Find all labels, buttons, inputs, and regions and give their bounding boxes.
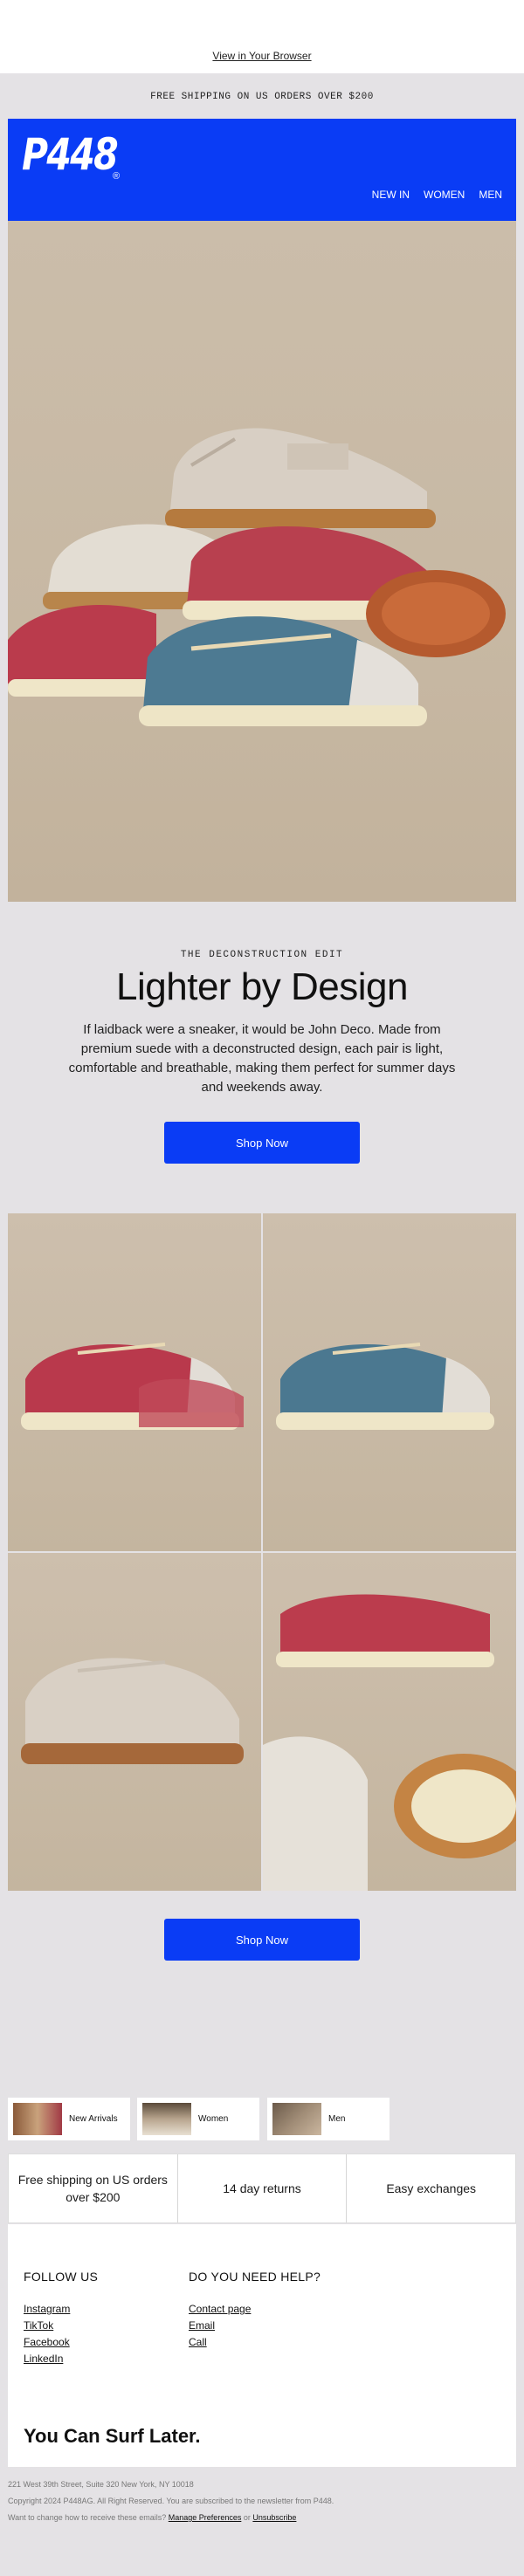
address: 221 West 39th Street, Suite 320 New York… — [8, 2480, 194, 2489]
blue-sneaker-illustration — [276, 1343, 494, 1430]
preferences-line: Want to change how to receive these emai… — [8, 2513, 296, 2522]
linkedin-link[interactable]: LinkedIn — [24, 2353, 63, 2365]
copyright: Copyright 2024 P448AG. All Right Reserve… — [8, 2497, 334, 2505]
follow-us-heading: FOLLOW US — [24, 2270, 99, 2284]
perk-returns: 14 day returns — [176, 2154, 347, 2222]
registered-mark: ® — [113, 171, 121, 182]
email-link[interactable]: Email — [189, 2319, 215, 2332]
perks-row: Free shipping on US orders over $200 14 … — [8, 2154, 516, 2223]
nav-men[interactable]: MEN — [479, 189, 502, 201]
perk-exchanges: Easy exchanges — [346, 2154, 515, 2222]
or-text: or — [243, 2513, 251, 2522]
nav-women[interactable]: WOMEN — [424, 189, 465, 201]
instagram-link[interactable]: Instagram — [24, 2303, 70, 2315]
product-grid — [8, 1213, 516, 1891]
perk-free-shipping: Free shipping on US orders over $200 — [17, 2173, 168, 2204]
new-arrivals-thumbnail — [13, 2103, 62, 2135]
product-red-sneaker-image[interactable] — [8, 1213, 261, 1551]
manage-preferences-link[interactable]: Manage Preferences — [169, 2513, 242, 2522]
men-thumbnail — [272, 2103, 321, 2135]
edit-title: Lighter by Design — [116, 965, 408, 1008]
women-thumbnail — [142, 2103, 191, 2135]
shop-now-button-2[interactable]: Shop Now — [164, 1919, 360, 1961]
edit-body: If laidback were a sneaker, it would be … — [68, 1022, 456, 1095]
nav-new-in[interactable]: NEW IN — [372, 189, 410, 201]
product-detail-sneaker-image[interactable] — [263, 1553, 516, 1891]
hero-sneakers-illustration — [8, 428, 506, 726]
facebook-link[interactable]: Facebook — [24, 2336, 70, 2348]
product-blue-sneaker-image[interactable] — [263, 1213, 516, 1551]
footer-tagline: You Can Surf Later. — [24, 2425, 201, 2447]
preferences-prefix: Want to change how to receive these emai… — [8, 2513, 167, 2522]
category-label: Women — [198, 2114, 229, 2124]
main-nav: NEW IN WOMEN MEN — [372, 189, 502, 201]
view-in-browser-link[interactable]: View in Your Browser — [0, 50, 524, 62]
product-white-sneaker-image[interactable] — [8, 1553, 261, 1891]
shop-now-button[interactable]: Shop Now — [164, 1122, 360, 1164]
call-link[interactable]: Call — [189, 2336, 207, 2348]
preheader — [0, 0, 524, 73]
brand-header: P448 ® NEW IN WOMEN MEN — [8, 119, 516, 221]
category-label: New Arrivals — [69, 2114, 118, 2124]
white-sneaker-illustration — [21, 1658, 244, 1764]
shipping-banner: FREE SHIPPING ON US ORDERS OVER $200 — [150, 92, 374, 102]
unsubscribe-link[interactable]: Unsubscribe — [252, 2513, 296, 2522]
category-women[interactable]: Women — [137, 2098, 259, 2140]
red-sneaker-illustration — [21, 1343, 244, 1430]
tiktok-link[interactable]: TikTok — [24, 2319, 53, 2332]
help-heading: DO YOU NEED HELP? — [189, 2270, 321, 2284]
contact-page-link[interactable]: Contact page — [189, 2303, 251, 2315]
detail-sneaker-illustration — [263, 1594, 516, 1891]
category-men[interactable]: Men — [267, 2098, 390, 2140]
category-label: Men — [328, 2114, 346, 2124]
footer: FOLLOW US Instagram TikTok Facebook Link… — [8, 2224, 516, 2467]
brand-logo[interactable]: P448 — [22, 129, 119, 180]
edit-kicker: THE DECONSTRUCTION EDIT — [180, 950, 344, 960]
category-new-arrivals[interactable]: New Arrivals — [8, 2098, 130, 2140]
hero-sneakers-image[interactable] — [8, 221, 516, 902]
